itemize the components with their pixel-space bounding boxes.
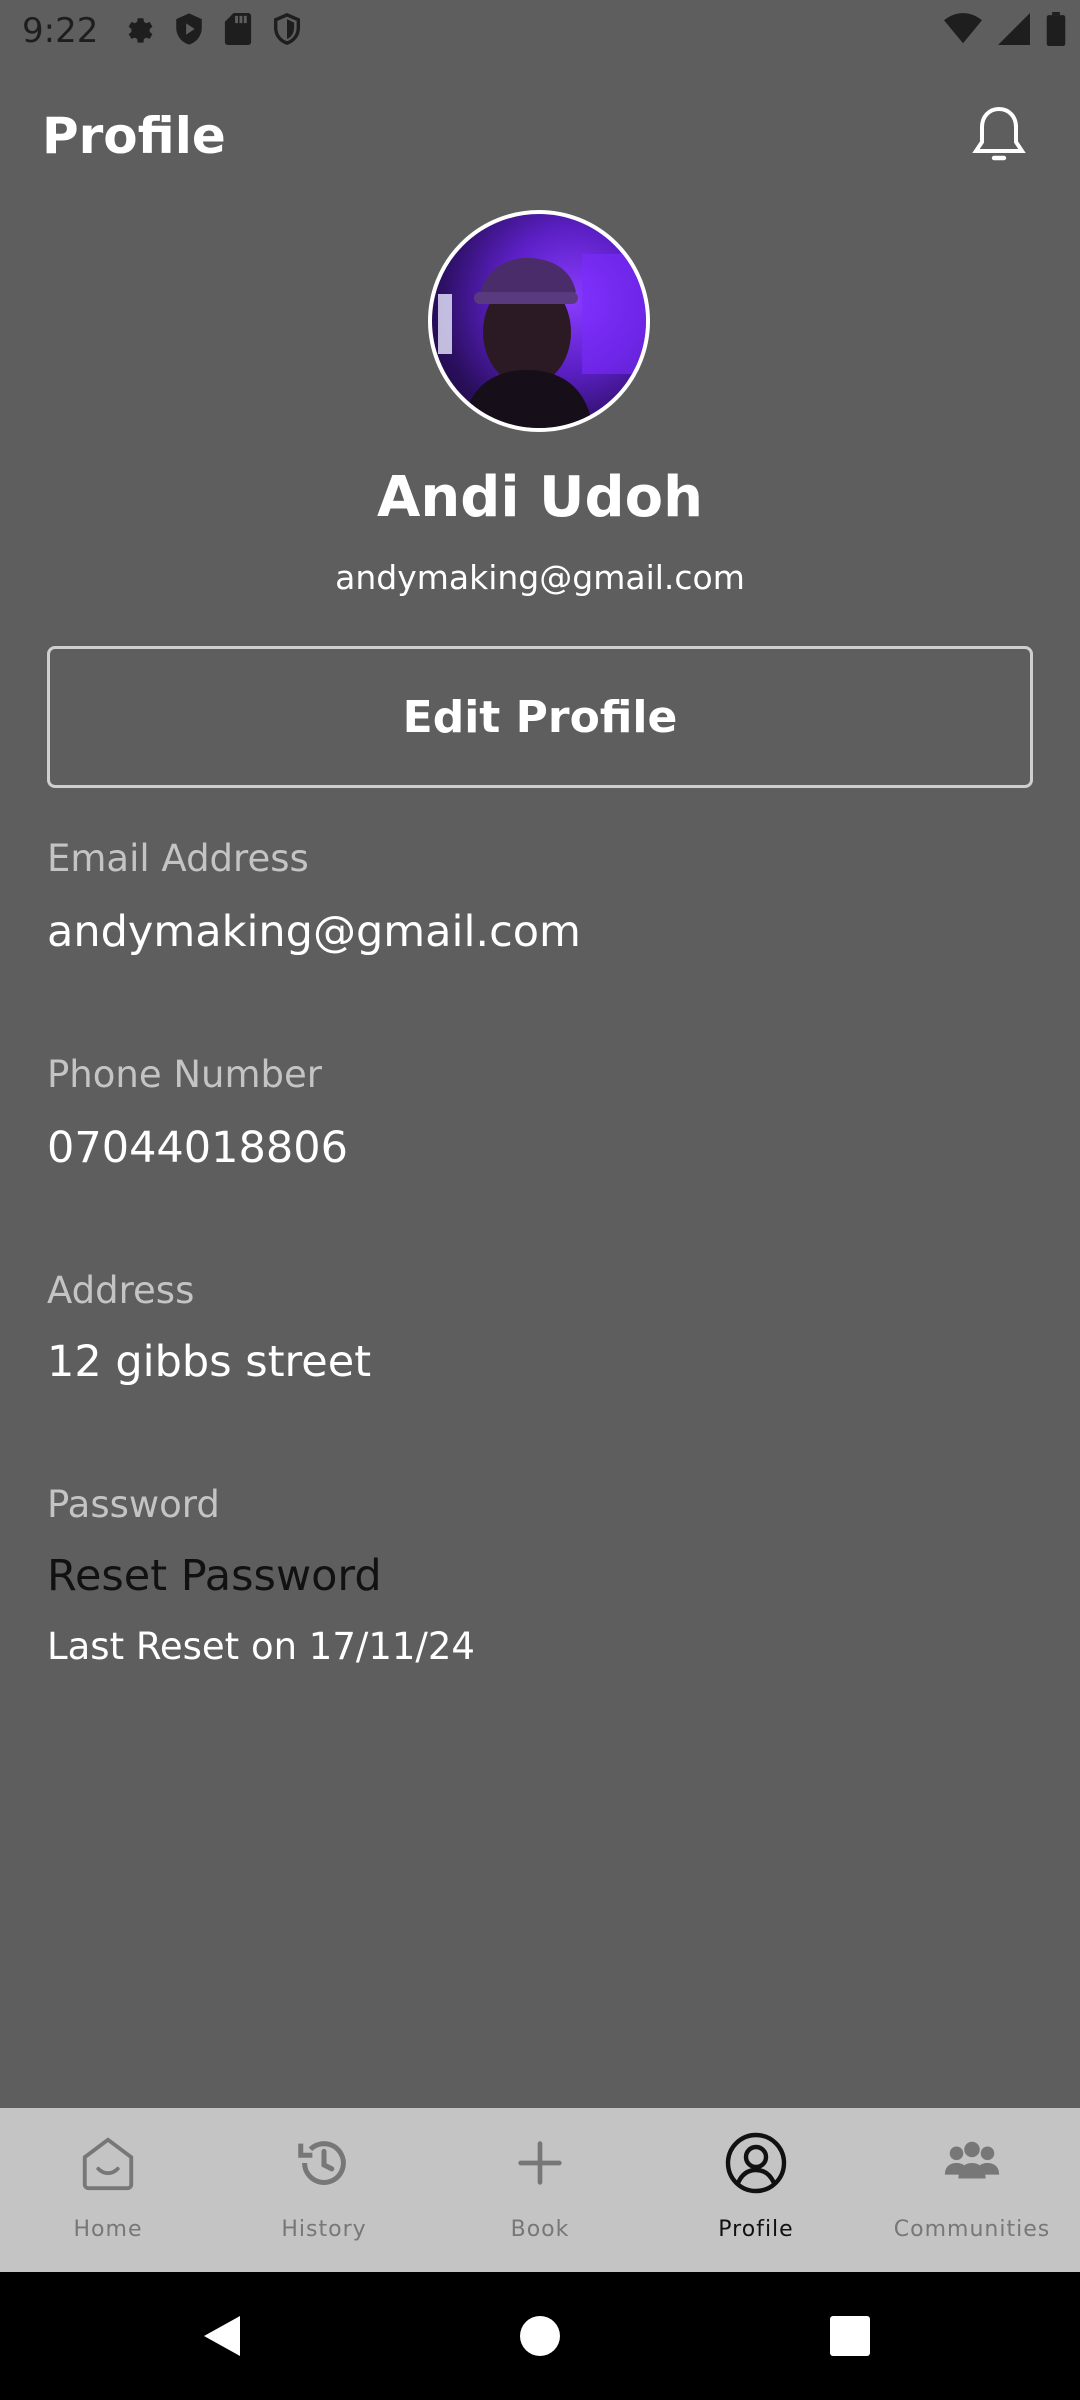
bell-icon[interactable] — [966, 100, 1032, 170]
nav-item-book[interactable]: Book — [432, 2108, 648, 2272]
status-time: 9:22 — [22, 11, 99, 51]
phone-value: 07044018806 — [47, 1123, 348, 1173]
avatar[interactable] — [428, 210, 650, 432]
nav-label-communities: Communities — [893, 2217, 1051, 2242]
status-bar: 9:22 — [0, 0, 1080, 62]
nav-item-home[interactable]: Home — [0, 2108, 216, 2272]
settings-icon — [120, 12, 154, 50]
signal-icon — [998, 13, 1030, 49]
nav-label-book: Book — [510, 2217, 570, 2242]
password-label: Password — [47, 1483, 220, 1526]
edit-profile-button[interactable]: Edit Profile — [47, 646, 1033, 788]
system-nav-bar — [0, 2272, 1080, 2400]
nav-item-profile[interactable]: Profile — [648, 2108, 864, 2272]
recents-icon[interactable] — [830, 2316, 870, 2360]
nav-item-history[interactable]: History — [216, 2108, 432, 2272]
user-name: Andi Udoh — [377, 465, 703, 530]
status-icons-right — [944, 12, 1066, 50]
people-icon — [939, 2130, 1005, 2196]
nav-label-history: History — [281, 2217, 367, 2242]
page-title: Profile — [42, 107, 226, 165]
plus-icon — [507, 2130, 573, 2196]
address-label: Address — [47, 1269, 195, 1312]
profile-screen: 9:22 Profile Andi Udoh andymaking@gmail.… — [0, 0, 1080, 2400]
wifi-icon — [944, 13, 982, 49]
vpn-shield-icon — [272, 12, 302, 50]
sd-card-icon — [224, 13, 252, 49]
bottom-nav: Home History Book Profile Communities — [0, 2108, 1080, 2272]
home-circle-icon[interactable] — [520, 2316, 560, 2360]
last-reset-note: Last Reset on 17/11/24 — [47, 1625, 475, 1668]
avatar-photo — [438, 254, 646, 428]
back-icon[interactable] — [200, 2312, 244, 2364]
status-icons-left — [120, 12, 302, 50]
address-value: 12 gibbs street — [47, 1337, 372, 1387]
history-icon — [291, 2130, 357, 2196]
user-email: andymaking@gmail.com — [335, 558, 745, 597]
profile-icon — [723, 2130, 789, 2196]
phone-label: Phone Number — [47, 1053, 323, 1096]
nav-label-home: Home — [73, 2217, 143, 2242]
shield-icon — [174, 12, 204, 50]
battery-icon — [1046, 12, 1066, 50]
home-icon — [75, 2130, 141, 2196]
reset-password-link[interactable]: Reset Password — [47, 1548, 382, 1604]
email-label: Email Address — [47, 837, 309, 880]
email-value: andymaking@gmail.com — [47, 907, 581, 957]
nav-label-profile: Profile — [718, 2217, 794, 2242]
nav-item-communities[interactable]: Communities — [864, 2108, 1080, 2272]
